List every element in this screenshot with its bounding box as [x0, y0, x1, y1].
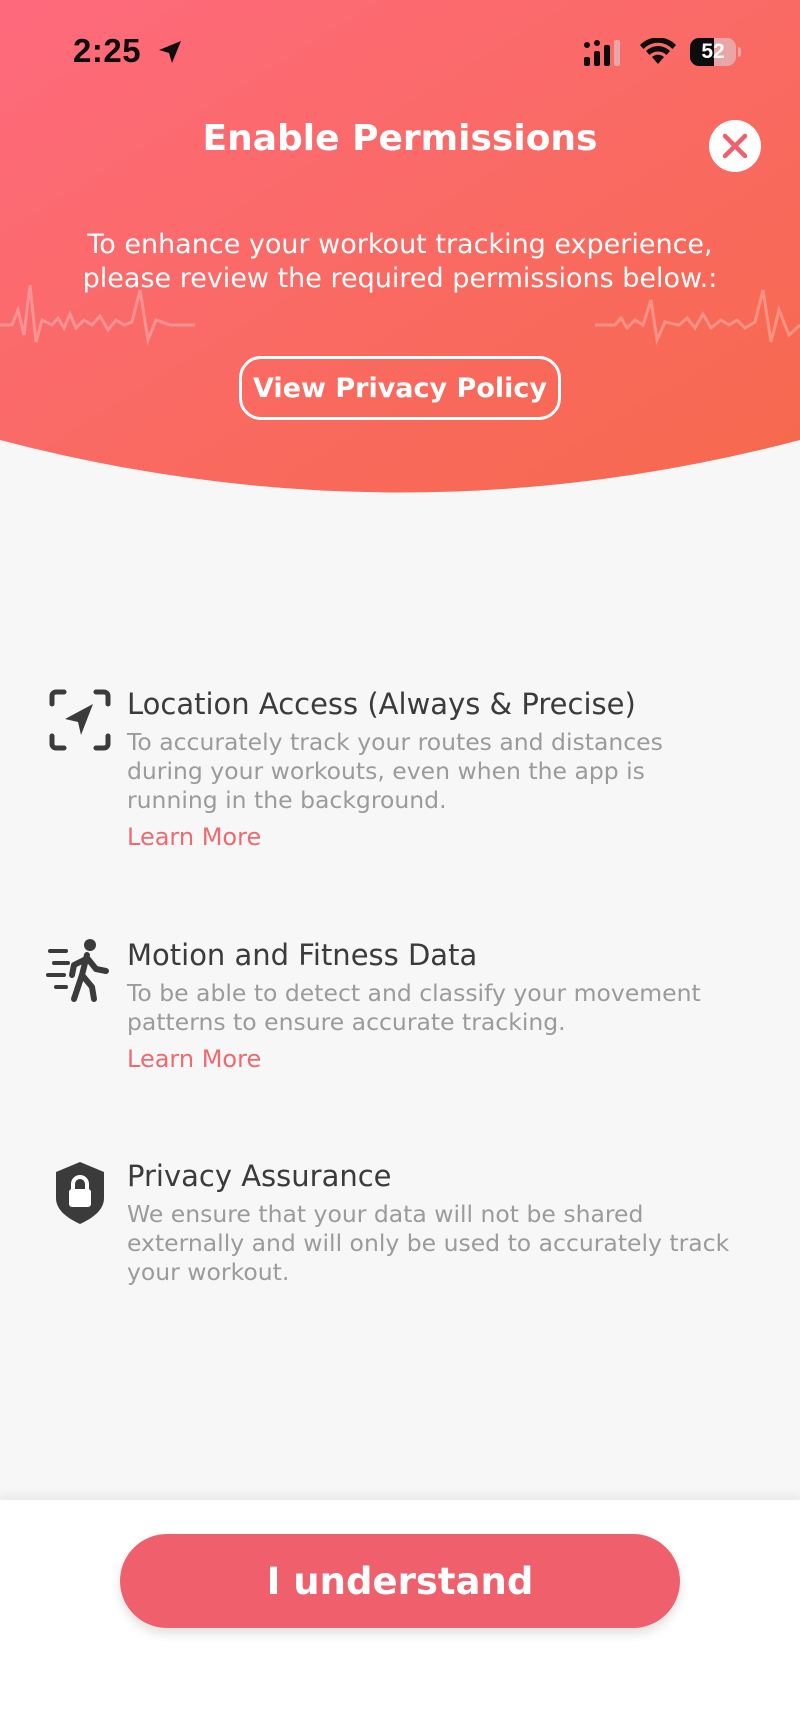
battery-indicator: 52 — [690, 38, 741, 66]
cellular-signal-icon — [584, 40, 620, 66]
close-button[interactable] — [709, 120, 761, 172]
shield-lock-icon — [56, 1162, 104, 1224]
wifi-icon — [640, 38, 676, 64]
permission-title: Location Access (Always & Precise) — [127, 687, 636, 721]
view-privacy-policy-button[interactable]: View Privacy Policy — [239, 356, 561, 420]
status-time: 2:25 — [73, 32, 142, 69]
permission-description: To be able to detect and classify your m… — [127, 979, 701, 1036]
header-subtitle: To enhance your workout tracking experie… — [82, 229, 718, 294]
close-icon — [722, 133, 748, 159]
permission-title: Privacy Assurance — [127, 1159, 392, 1193]
permission-description: To accurately track your routes and dist… — [127, 728, 663, 814]
i-understand-button[interactable]: I understand — [120, 1534, 680, 1628]
walking-motion-icon — [46, 939, 109, 1002]
permission-description: We ensure that your data will not be sha… — [127, 1200, 730, 1286]
header: 2:25 52 Enable Permissions To enhance yo… — [0, 0, 800, 500]
location-arrow-icon — [159, 41, 181, 63]
bottom-panel: I understand — [0, 1500, 800, 1731]
battery-percent: 52 — [701, 40, 725, 63]
status-bar: 2:25 52 — [0, 0, 800, 100]
page-title: Enable Permissions — [202, 118, 598, 159]
location-icon — [49, 689, 111, 751]
learn-more-link-location[interactable]: Learn More — [127, 823, 261, 851]
permission-title: Motion and Fitness Data — [127, 938, 478, 972]
learn-more-link-motion[interactable]: Learn More — [127, 1045, 261, 1073]
